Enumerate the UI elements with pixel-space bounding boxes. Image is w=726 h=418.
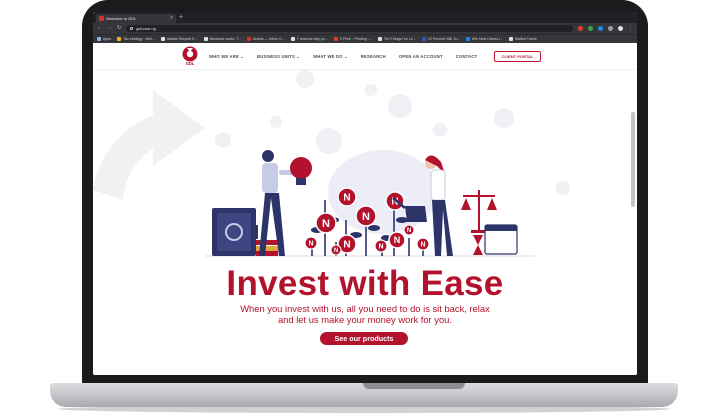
extension-icon[interactable] [588,26,593,31]
laptop-mockup: Welcome to GDL × + ← → ↻ gdl.com.ng ⋮ Ap… [0,0,726,418]
coin-icon: N [403,224,415,236]
close-tab-icon[interactable]: × [170,16,173,21]
logo-text: GDL [186,61,195,66]
hero-subline-1: When you invest with us, all you need to… [240,303,490,314]
coin-icon: N [304,236,318,250]
svg-text:N: N [420,242,425,249]
tab-title: Welcome to GDL [106,16,137,21]
bookmark-item[interactable]: 7 reasons why yo... [290,37,328,41]
menu-icon[interactable]: ⋮ [628,26,633,31]
bookmark-item[interactable]: Tax strategy - Wel... [117,37,155,41]
main-nav: WHO WE ARE ⌄ BUSINESS UNITS ⌄ WHAT WE DO… [209,43,477,70]
bookmark-icon [203,37,208,41]
laptop-screen: Welcome to GDL × + ← → ↻ gdl.com.ng ⋮ Ap… [93,12,637,375]
coin-icon: N [330,244,342,256]
reload-icon[interactable]: ↻ [117,26,121,31]
bookmark-item[interactable]: Business cards: T... [203,37,241,41]
extension-icon[interactable] [598,26,603,31]
nav-business-units[interactable]: BUSINESS UNITS ⌄ [257,54,300,59]
coin-icon: N [388,231,406,249]
nav-what-we-do[interactable]: WHAT WE DO ⌄ [313,54,348,59]
hero-section: N N N N N N N N N N N Invest with Ease W… [93,70,637,375]
nav-research[interactable]: RESEARCH [361,54,386,59]
coin-icon: N [315,212,337,234]
bookmark-icon [377,37,382,41]
client-portal-button[interactable]: CLIENT PORTAL [494,51,541,62]
nav-contact[interactable]: CONTACT [456,54,478,59]
svg-text:N: N [362,211,370,223]
hourglass-icon [473,235,483,255]
nav-who-we-are[interactable]: WHO WE ARE ⌄ [209,54,244,59]
extension-icon[interactable] [578,26,583,31]
svg-text:N: N [334,248,338,254]
back-icon[interactable]: ← [97,26,102,31]
extension-icon[interactable] [608,26,613,31]
bookmark-icon [160,37,165,41]
svg-text:N: N [394,235,401,245]
laptop-notch [363,383,465,389]
laptop-base [50,383,678,407]
address-bar[interactable]: gdl.com.ng [126,25,573,32]
coin-icon: N [416,237,430,251]
bookmark-icon [508,37,513,41]
url-text: gdl.com.ng [136,26,156,31]
svg-text:N: N [308,241,313,248]
bookmark-icon [465,37,470,41]
bookmark-item[interactable]: Ten Things I've Le... [377,37,416,41]
bookmark-item[interactable]: Win New Clients i... [465,37,503,41]
browser-toolbar: ← → ↻ gdl.com.ng ⋮ [93,23,637,34]
bookmark-icon [246,37,251,41]
svg-text:N: N [322,218,330,230]
profile-avatar[interactable] [618,26,623,31]
bookmark-item[interactable]: 12 Percent Will Ju... [421,37,460,41]
page-scrollbar[interactable] [631,112,635,207]
lock-icon [130,27,134,30]
browser-tab[interactable]: Welcome to GDL × [96,14,176,23]
forward-icon[interactable]: → [107,26,112,31]
gdl-logo[interactable]: GDL [181,46,199,66]
bookmark-item[interactable]: Apps [97,37,111,41]
bookmark-item[interactable]: Assets — Inbox G... [246,37,285,41]
calendar-icon [484,224,518,255]
woman-figure [425,155,453,256]
svg-text:N: N [343,193,350,204]
bookmark-icon [421,37,426,41]
favicon-icon [99,16,104,21]
hero-subline-2: and let us make your money work for you. [277,314,453,325]
site-header: GDL WHO WE ARE ⌄ BUSINESS UNITS ⌄ WHAT W… [93,43,637,70]
new-tab-icon[interactable]: + [179,13,183,22]
hero-subline: When you invest with us, all you need to… [193,303,537,325]
bookmark-icon [333,37,338,41]
bookmark-item[interactable]: adidas Recycle E... [160,37,198,41]
browser-tab-bar: Welcome to GDL × + [93,12,637,23]
bookmark-icon [290,37,295,41]
see-products-button[interactable]: See our products [320,332,408,345]
bookmarks-bar: Apps Tax strategy - Wel... adidas Recycl… [93,34,637,43]
bookmark-item[interactable]: X Print :: Printing -... [333,37,372,41]
svg-text:N: N [407,228,411,234]
bookmark-icon [117,37,122,41]
coin-icon: N [374,239,388,253]
coin-icon: N [337,187,357,207]
svg-text:N: N [378,244,383,251]
coin-icon: N [355,205,377,227]
svg-text:N: N [343,240,350,251]
nav-open-account[interactable]: OPEN AN ACCOUNT [399,54,443,59]
apps-icon [97,37,101,41]
hero-headline: Invest with Ease [226,264,504,303]
bookmark-item[interactable]: Mailba Farms [508,37,537,41]
